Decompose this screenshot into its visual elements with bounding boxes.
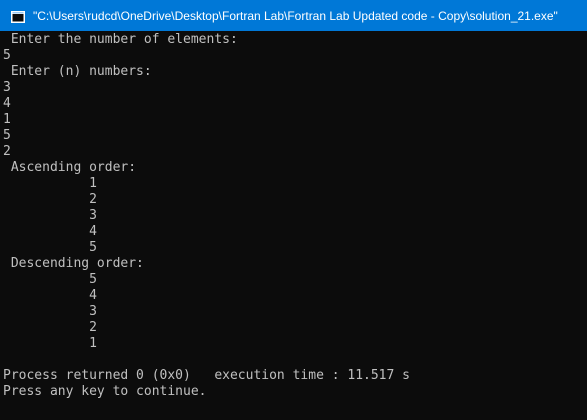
console-line: 5 bbox=[3, 240, 97, 255]
console-line: Enter the number of elements: bbox=[3, 32, 238, 47]
console-line: 5 bbox=[3, 48, 11, 63]
console-line: 3 bbox=[3, 80, 11, 95]
window-title: "C:\Users\rudcd\OneDrive\Desktop\Fortran… bbox=[33, 8, 558, 23]
console-line: 2 bbox=[3, 144, 11, 159]
console-line: 1 bbox=[3, 336, 97, 351]
console-app-icon[interactable] bbox=[11, 10, 25, 23]
console-line: 5 bbox=[3, 128, 11, 143]
console-line: Ascending order: bbox=[3, 160, 137, 175]
console-line: 3 bbox=[3, 304, 97, 319]
scrollbar[interactable] bbox=[579, 31, 587, 420]
console-line: Enter (n) numbers: bbox=[3, 64, 152, 79]
console-line: 2 bbox=[3, 320, 97, 335]
console-line: 2 bbox=[3, 192, 97, 207]
console-line: 4 bbox=[3, 96, 11, 111]
console-line: Descending order: bbox=[3, 256, 144, 271]
console-window: "C:\Users\rudcd\OneDrive\Desktop\Fortran… bbox=[0, 0, 587, 420]
console-line: 5 bbox=[3, 272, 97, 287]
title-bar[interactable]: "C:\Users\rudcd\OneDrive\Desktop\Fortran… bbox=[0, 0, 587, 31]
console-line: Process returned 0 (0x0) execution time … bbox=[3, 368, 410, 383]
console-line: Press any key to continue. bbox=[3, 384, 207, 399]
console-line: 1 bbox=[3, 112, 11, 127]
console-output[interactable]: Enter the number of elements: 5 Enter (n… bbox=[3, 32, 579, 420]
console-line: 3 bbox=[3, 208, 97, 223]
console-line: 4 bbox=[3, 288, 97, 303]
console-line: 1 bbox=[3, 176, 97, 191]
console-line: 4 bbox=[3, 224, 97, 239]
